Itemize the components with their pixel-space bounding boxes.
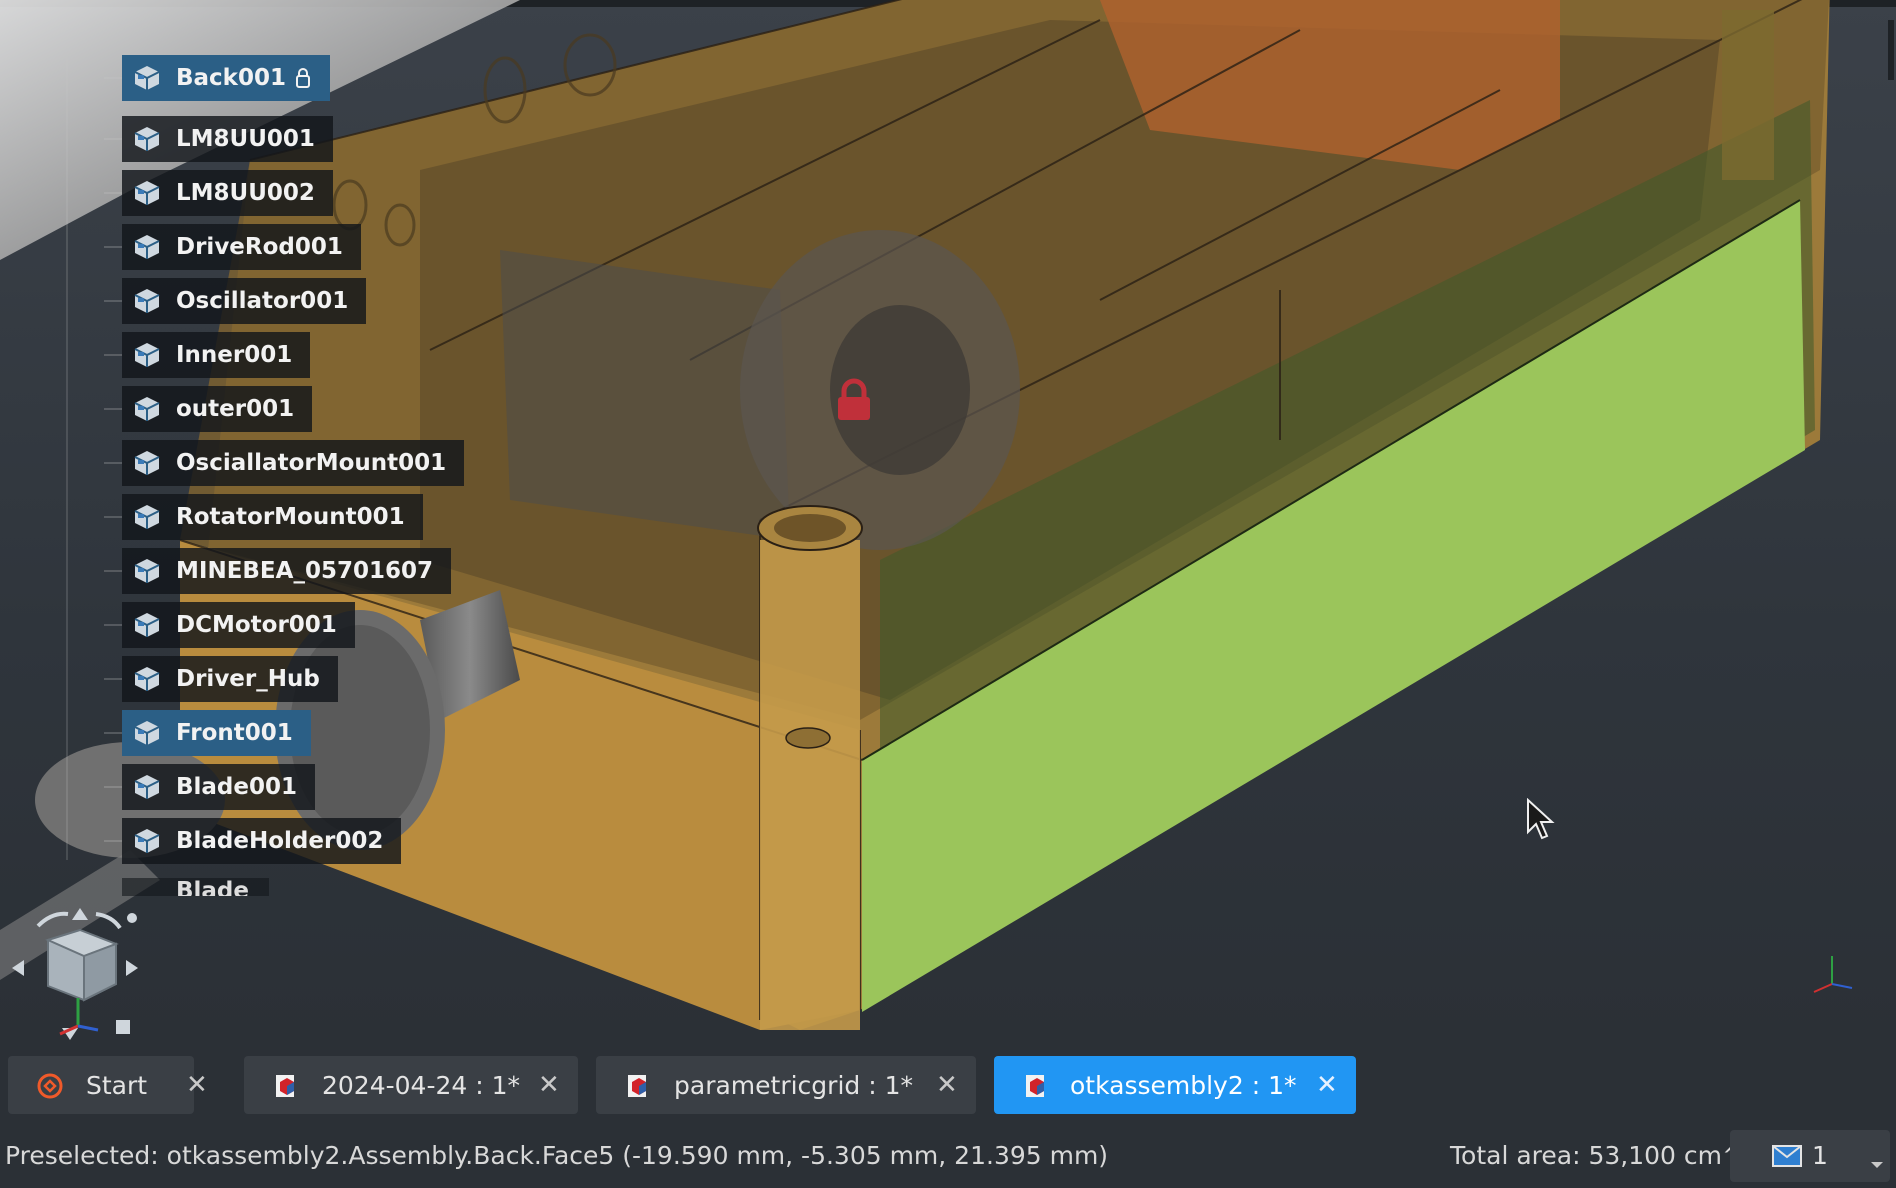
view-menu-cube-icon[interactable] bbox=[116, 1020, 130, 1034]
tab-start[interactable]: Start ✕ bbox=[8, 1056, 208, 1114]
tab-otkassembly2[interactable]: otkassembly2 : 1* ✕ bbox=[994, 1056, 1356, 1114]
rotate-left-arrow-icon[interactable] bbox=[12, 960, 24, 976]
mouse-pointer-icon bbox=[1527, 798, 1555, 840]
tree-item-lm8uu002[interactable]: LM8UU002 bbox=[104, 170, 333, 216]
document-icon bbox=[628, 1075, 646, 1097]
close-icon[interactable]: ✕ bbox=[186, 1070, 208, 1100]
tab-label: parametricgrid : 1* bbox=[674, 1071, 913, 1100]
tree-item-label: DriveRod001 bbox=[176, 234, 343, 260]
total-area-readout: Total area: 53,100 cm^2 bbox=[1450, 1141, 1759, 1170]
chevron-down-icon bbox=[1871, 1162, 1883, 1168]
notification-count: 1 bbox=[1812, 1141, 1828, 1170]
tab-label: Start bbox=[86, 1071, 148, 1100]
tree-item-label: Blade bbox=[176, 878, 249, 896]
tree-item-driver-hub[interactable]: Driver_Hub bbox=[104, 656, 338, 702]
viewport-edge-handle bbox=[1888, 20, 1894, 80]
tree-item-label: LM8UU002 bbox=[176, 180, 315, 206]
tree-item-rotatormount001[interactable]: RotatorMount001 bbox=[104, 494, 423, 540]
tree-item-label: Inner001 bbox=[176, 342, 293, 368]
tree-item-bladeholder002[interactable]: BladeHolder002 bbox=[104, 818, 402, 864]
notification-area-button[interactable]: 1 bbox=[1730, 1130, 1890, 1182]
tree-item-label: RotatorMount001 bbox=[176, 504, 405, 530]
navcube-menu-dot-icon[interactable] bbox=[127, 913, 137, 923]
close-icon[interactable]: ✕ bbox=[538, 1070, 560, 1100]
part-icon bbox=[134, 343, 160, 367]
close-icon[interactable]: ✕ bbox=[936, 1070, 958, 1100]
part-icon bbox=[134, 559, 160, 583]
tree-item-inner001[interactable]: Inner001 bbox=[104, 332, 311, 378]
tree-item-dcmotor001[interactable]: DCMotor001 bbox=[104, 602, 355, 648]
part-icon bbox=[134, 829, 160, 853]
tree-item-label: DCMotor001 bbox=[176, 612, 337, 638]
part-icon bbox=[134, 451, 160, 475]
tree-item-label: outer001 bbox=[176, 396, 295, 422]
tree-item-lm8uu001[interactable]: LM8UU001 bbox=[104, 116, 333, 162]
part-icon bbox=[134, 181, 160, 205]
rotate-right-arrow-icon[interactable] bbox=[126, 960, 138, 976]
tree-item-back001[interactable]: Back001 bbox=[104, 55, 330, 101]
tree-item-label: OsciallatorMount001 bbox=[176, 450, 447, 476]
tab-label: otkassembly2 : 1* bbox=[1070, 1071, 1297, 1100]
tree-item-outer001[interactable]: outer001 bbox=[104, 386, 313, 432]
part-icon bbox=[134, 127, 160, 151]
tree-item-label: Driver_Hub bbox=[176, 666, 320, 692]
axis-triad-icon bbox=[1813, 956, 1853, 993]
preselection-message: Preselected: otkassembly2.Assembly.Back.… bbox=[5, 1141, 1109, 1170]
tree-item-blade001[interactable]: Blade001 bbox=[104, 764, 316, 810]
part-icon bbox=[134, 721, 160, 745]
tree-item-label: Blade001 bbox=[176, 774, 298, 800]
lock-icon bbox=[296, 68, 310, 88]
rotate-cw-icon[interactable] bbox=[95, 912, 122, 930]
part-icon bbox=[134, 667, 160, 691]
part-icon bbox=[134, 775, 160, 799]
tree-item-partial[interactable]: Blade bbox=[122, 878, 269, 896]
document-icon bbox=[276, 1075, 294, 1097]
tab-parametricgrid[interactable]: parametricgrid : 1* ✕ bbox=[596, 1056, 976, 1114]
tree-item-label: MINEBEA_05701607 bbox=[176, 558, 433, 584]
navigation-cube[interactable] bbox=[8, 900, 138, 1045]
tab-2024-04-24[interactable]: 2024-04-24 : 1* ✕ bbox=[244, 1056, 578, 1114]
part-icon bbox=[134, 66, 160, 90]
tree-item-minebea-05701607[interactable]: MINEBEA_05701607 bbox=[104, 548, 451, 594]
3d-viewport[interactable]: Back001 LM8UU001 LM8UU002 DriveRod001 Os… bbox=[0, 0, 1896, 1048]
tree-item-label: Back001 bbox=[176, 65, 286, 91]
tree-item-label: LM8UU001 bbox=[176, 126, 315, 152]
tree-item-oscillator001[interactable]: Oscillator001 bbox=[104, 278, 367, 324]
part-icon bbox=[134, 289, 160, 313]
model-tree-overlay: Back001 LM8UU001 LM8UU002 DriveRod001 Os… bbox=[0, 0, 465, 900]
close-icon[interactable]: ✕ bbox=[1316, 1070, 1338, 1100]
rotate-ccw-icon[interactable] bbox=[36, 911, 69, 928]
part-icon bbox=[134, 505, 160, 529]
part-icon bbox=[134, 235, 160, 259]
tree-item-osciallatormount001[interactable]: OsciallatorMount001 bbox=[104, 440, 465, 486]
status-bar: Preselected: otkassembly2.Assembly.Back.… bbox=[0, 1124, 1896, 1188]
tree-item-label: BladeHolder002 bbox=[176, 828, 384, 854]
tree-item-driverod001[interactable]: DriveRod001 bbox=[104, 224, 361, 270]
locked-part-lock-icon bbox=[838, 378, 870, 420]
document-tab-bar: Start ✕ 2024-04-24 : 1* ✕ parametricgrid… bbox=[0, 1048, 1896, 1124]
document-icon bbox=[1026, 1075, 1044, 1097]
rotate-up-arrow-icon[interactable] bbox=[72, 908, 88, 920]
part-icon bbox=[134, 613, 160, 637]
tab-label: 2024-04-24 : 1* bbox=[322, 1071, 521, 1100]
tree-branch-line bbox=[66, 50, 68, 860]
tree-item-label: Front001 bbox=[176, 720, 293, 746]
tree-item-label: Oscillator001 bbox=[176, 288, 349, 314]
part-icon bbox=[134, 397, 160, 421]
start-icon bbox=[37, 1073, 63, 1099]
tree-item-front001[interactable]: Front001 bbox=[104, 710, 311, 756]
mail-notification-icon bbox=[1772, 1145, 1802, 1167]
